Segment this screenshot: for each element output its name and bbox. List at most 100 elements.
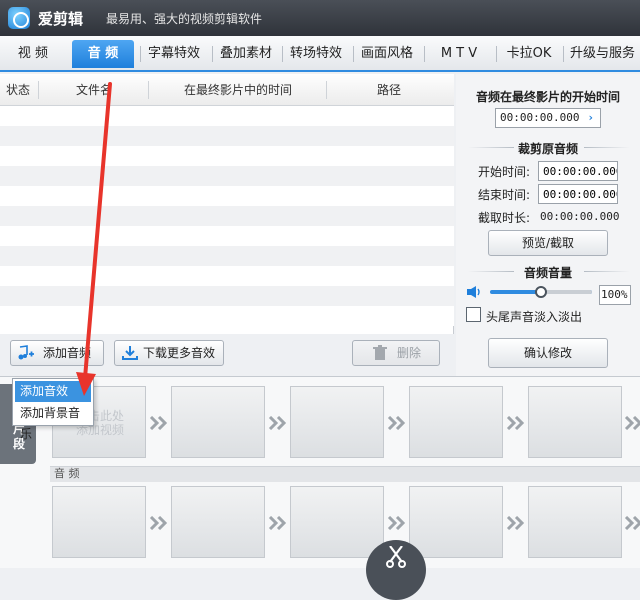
chevron-right-icon xyxy=(149,516,168,530)
tab-separator xyxy=(563,46,564,62)
tab-video[interactable]: 视 频 xyxy=(4,40,62,68)
table-row xyxy=(0,186,454,206)
table-row xyxy=(0,306,454,326)
menu-item-add-sound-effect[interactable]: 添加音效 xyxy=(15,381,91,402)
table-row xyxy=(0,246,454,266)
cut-button[interactable] xyxy=(366,540,426,600)
tab-mtv[interactable]: M T V xyxy=(426,40,492,68)
trim-start-label: 开始时间: xyxy=(478,165,531,179)
volume-slider-remaining[interactable] xyxy=(541,290,592,294)
tab-separator xyxy=(424,46,425,62)
audio-track-header xyxy=(50,466,640,482)
chevron-right-icon xyxy=(387,416,406,430)
trash-icon xyxy=(373,345,387,360)
start-time-field[interactable]: 00:00:00.000 › xyxy=(495,108,601,128)
chevron-right-icon xyxy=(624,516,640,530)
confirm-modify-button[interactable]: 确认修改 xyxy=(488,338,608,368)
volume-slider-thumb[interactable] xyxy=(535,286,547,298)
audio-clip-slot[interactable] xyxy=(52,486,146,558)
chevron-right-icon xyxy=(624,416,640,430)
trim-duration-label: 截取时长: xyxy=(478,211,531,225)
speaker-icon[interactable] xyxy=(466,285,484,299)
tab-separator xyxy=(282,46,283,62)
tab-transition-effects[interactable]: 转场特效 xyxy=(284,40,348,68)
tab-karaoke[interactable]: 卡拉OK xyxy=(498,40,560,68)
table-row xyxy=(0,266,454,286)
audio-clip-slot[interactable] xyxy=(171,486,265,558)
trim-end-label: 结束时间: xyxy=(478,188,531,202)
add-audio-dropdown-menu: 添加音效 添加背景音乐 xyxy=(12,378,94,441)
chevron-right-icon xyxy=(268,416,287,430)
tab-audio[interactable]: 音 频 xyxy=(72,40,134,68)
tab-separator xyxy=(212,46,213,62)
volume-percent-field[interactable]: 100% xyxy=(599,285,631,305)
table-row xyxy=(0,106,454,126)
audio-settings-panel: 音频在最终影片的开始时间 00:00:00.000 › 裁剪原音频 开始时间: … xyxy=(456,74,640,376)
tab-subtitle-effects[interactable]: 字幕特效 xyxy=(142,40,206,68)
fade-checkbox[interactable] xyxy=(466,307,481,322)
column-header-filename[interactable]: 文件名 xyxy=(40,74,148,106)
download-more-label: 下载更多音效 xyxy=(143,346,216,360)
chevron-right-icon[interactable]: › xyxy=(587,109,594,127)
trim-duration-value: 00:00:00.000 xyxy=(540,210,620,223)
video-clip-slot[interactable] xyxy=(171,386,265,458)
divider xyxy=(584,271,630,272)
trim-start-input[interactable] xyxy=(538,161,618,181)
trim-end-input[interactable] xyxy=(538,184,618,204)
tab-picture-style[interactable]: 画面风格 xyxy=(355,40,419,68)
column-header-path[interactable]: 路径 xyxy=(328,74,450,106)
start-time-value: 00:00:00.000 xyxy=(500,111,580,124)
audio-action-bar: 添加音频 下载更多音效 删除 xyxy=(0,334,454,374)
table-row xyxy=(0,166,454,186)
column-separator xyxy=(38,81,39,99)
start-time-title: 音频在最终影片的开始时间 xyxy=(475,90,620,104)
table-header: 状态 文件名 在最终影片中的时间 路径 xyxy=(0,74,454,106)
video-clip-slot[interactable] xyxy=(528,386,622,458)
audio-clip-slot[interactable] xyxy=(528,486,622,558)
tab-separator xyxy=(496,46,497,62)
divider xyxy=(584,147,630,148)
column-header-status[interactable]: 状态 xyxy=(0,74,36,106)
table-row xyxy=(0,146,454,166)
audio-track-label: 音 频 xyxy=(54,467,80,480)
chevron-right-icon xyxy=(506,516,525,530)
menu-item-add-background-music[interactable]: 添加背景音乐 xyxy=(15,403,91,441)
column-separator xyxy=(326,81,327,99)
download-more-sounds-button[interactable]: 下载更多音效 xyxy=(114,340,224,366)
table-row xyxy=(0,226,454,246)
chevron-right-icon xyxy=(506,416,525,430)
chevron-right-icon xyxy=(149,416,168,430)
tab-separator xyxy=(353,46,354,62)
delete-label: 删除 xyxy=(397,346,422,360)
video-clip-slot[interactable] xyxy=(409,386,503,458)
column-separator xyxy=(148,81,149,99)
audio-list-table[interactable]: 状态 文件名 在最终影片中的时间 路径 xyxy=(0,74,454,334)
music-add-icon xyxy=(18,345,34,360)
audio-clip-slot[interactable] xyxy=(290,486,384,558)
fade-checkbox-label[interactable]: 头尾声音淡入淡出 xyxy=(486,308,582,325)
tab-separator xyxy=(140,46,141,62)
add-audio-label: 添加音频 xyxy=(43,346,92,360)
delete-button[interactable]: 删除 xyxy=(352,340,440,366)
table-row xyxy=(0,286,454,306)
table-row xyxy=(0,206,454,226)
tab-overlay-materials[interactable]: 叠加素材 xyxy=(214,40,278,68)
tab-upgrade-service[interactable]: 升级与服务 xyxy=(565,40,640,68)
title-bar: 爱剪辑 最易用、强大的视频剪辑软件 xyxy=(0,0,640,36)
volume-section-title: 音频音量 xyxy=(523,266,572,280)
audio-clip-slot[interactable] xyxy=(409,486,503,558)
app-name: 爱剪辑 xyxy=(38,10,84,28)
preview-trim-button[interactable]: 预览/截取 xyxy=(488,230,608,256)
download-icon xyxy=(122,346,138,360)
main-tab-bar: 视 频 音 频 字幕特效 叠加素材 转场特效 画面风格 M T V 卡拉OK 升… xyxy=(0,36,640,72)
chevron-right-icon xyxy=(387,516,406,530)
app-logo-icon xyxy=(8,7,30,29)
chevron-right-icon xyxy=(268,516,287,530)
app-slogan: 最易用、强大的视频剪辑软件 xyxy=(106,12,263,26)
table-row xyxy=(0,126,454,146)
scissors-icon xyxy=(386,546,406,568)
video-clip-slot[interactable] xyxy=(290,386,384,458)
trim-section-title: 裁剪原音频 xyxy=(517,142,578,156)
add-audio-button[interactable]: 添加音频 xyxy=(10,340,104,366)
column-header-time[interactable]: 在最终影片中的时间 xyxy=(150,74,326,106)
